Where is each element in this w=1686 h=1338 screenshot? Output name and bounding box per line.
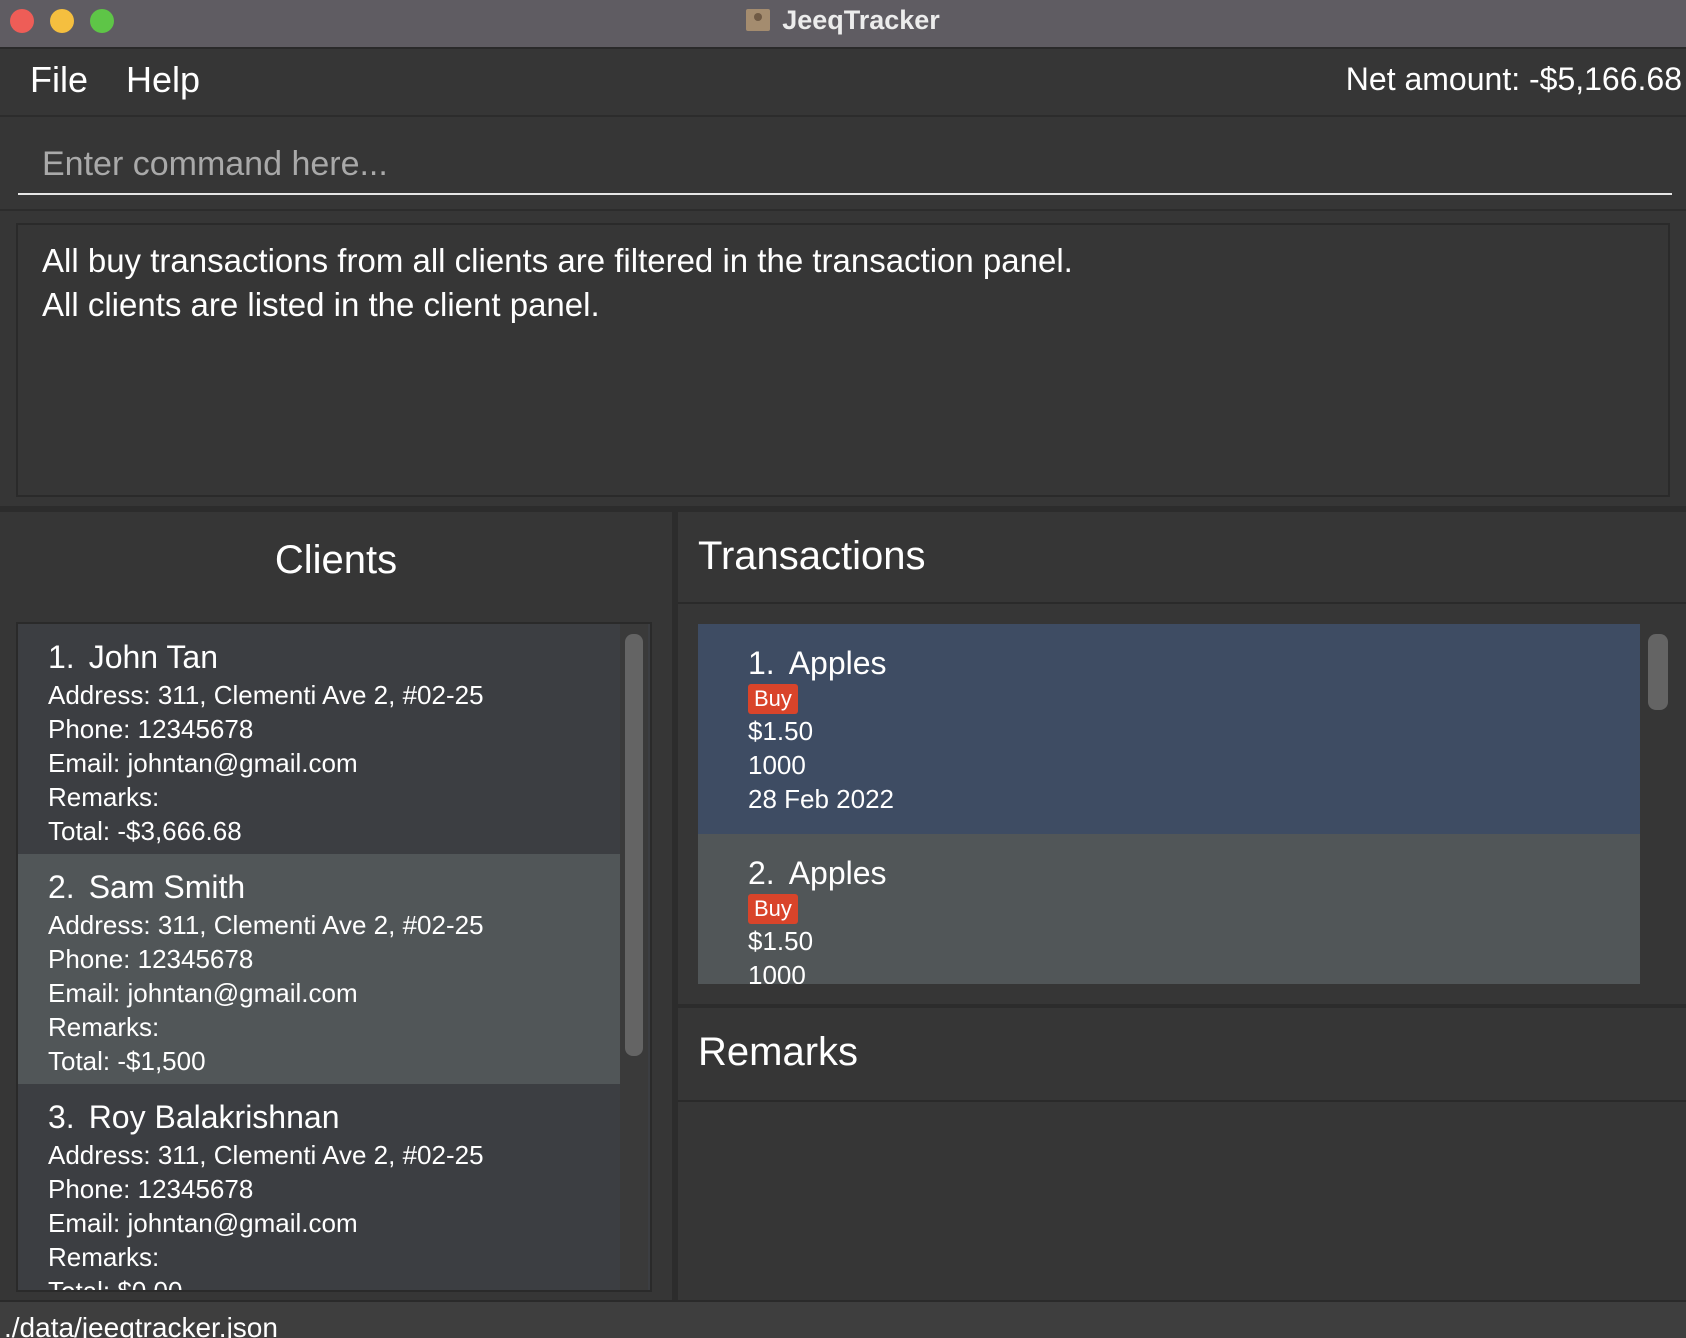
transaction-name-row: 1. Apples [748, 644, 1640, 682]
transaction-scrollbar-thumb[interactable] [1648, 634, 1668, 710]
transactions-title: Transactions [698, 534, 926, 578]
client-name: Roy Balakrishnan [88, 1099, 340, 1135]
client-index: 2. [48, 869, 75, 905]
transaction-price: $1.50 [748, 716, 814, 746]
clients-title: Clients [274, 538, 398, 582]
transaction-quantity: 1000 [748, 960, 806, 984]
buy-badge: Buy [748, 894, 798, 924]
transaction-index: 1. [748, 645, 775, 681]
client-address: Address: 311, Clementi Ave 2, #02-25 [48, 1140, 484, 1170]
transaction-date: 28 Feb 2022 [748, 784, 895, 814]
client-total: Total: -$3,666.68 [48, 816, 242, 846]
command-box [0, 117, 1686, 211]
client-remarks: Remarks: [48, 1242, 160, 1272]
menu-bar: File Help Net amount: -$5,166.68 [0, 49, 1686, 117]
client-name-row: 2. Sam Smith [48, 868, 622, 906]
client-name: John Tan [88, 639, 218, 675]
status-bar: ./data/jeeqtracker.json [0, 1300, 1686, 1338]
result-display: All buy transactions from all clients ar… [16, 223, 1670, 497]
client-total: Total: $0.00 [48, 1276, 183, 1292]
client-address: Address: 311, Clementi Ave 2, #02-25 [48, 910, 484, 940]
client-remarks: Remarks: [48, 1012, 160, 1042]
client-address: Address: 311, Clementi Ave 2, #02-25 [48, 680, 484, 710]
client-list[interactable]: 1. John Tan Address: 311, Clementi Ave 2,… [16, 622, 652, 1292]
menu-file[interactable]: File [30, 59, 88, 101]
client-remarks: Remarks: [48, 782, 160, 812]
transaction-quantity: 1000 [748, 750, 806, 780]
title-bar: JeeqTracker [0, 0, 1686, 49]
transaction-name: Apples [788, 645, 887, 681]
app-icon [746, 9, 771, 31]
client-index: 3. [48, 1099, 75, 1135]
menu-help[interactable]: Help [126, 59, 200, 101]
client-card[interactable]: 1. John Tan Address: 311, Clementi Ave 2,… [18, 624, 622, 854]
remarks-panel: Remarks [678, 1008, 1686, 1300]
buy-badge: Buy [748, 684, 798, 714]
client-index: 1. [48, 639, 75, 675]
transaction-card[interactable]: 1. Apples Buy $1.50 1000 28 Feb 2022 [698, 624, 1640, 834]
transaction-index: 2. [748, 855, 775, 891]
window-title: JeeqTracker [782, 4, 940, 35]
client-email: Email: johntan@gmail.com [48, 748, 358, 778]
client-scrollbar[interactable] [620, 624, 648, 1290]
transaction-list[interactable]: 1. Apples Buy $1.50 1000 28 Feb 2022 2. Ap… [698, 624, 1640, 984]
net-amount: Net amount: -$5,166.68 [1345, 61, 1682, 97]
transaction-name: Apples [788, 855, 887, 891]
transaction-name-row: 2. Apples [748, 854, 1640, 892]
client-card[interactable]: 3. Roy Balakrishnan Address: 311, Clement… [18, 1084, 622, 1292]
client-email: Email: johntan@gmail.com [48, 978, 358, 1008]
client-phone: Phone: 12345678 [48, 1174, 254, 1204]
client-scrollbar-thumb[interactable] [625, 634, 643, 1056]
result-line: All clients are listed in the client pan… [42, 286, 600, 323]
status-file-path: ./data/jeeqtracker.json [4, 1312, 278, 1338]
divider [678, 602, 1686, 604]
client-name-row: 3. Roy Balakrishnan [48, 1098, 622, 1136]
client-phone: Phone: 12345678 [48, 714, 254, 744]
client-phone: Phone: 12345678 [48, 944, 254, 974]
client-total: Total: -$1,500 [48, 1046, 206, 1076]
client-card[interactable]: 2. Sam Smith Address: 311, Clementi Ave 2… [18, 854, 622, 1084]
clients-panel: Clients 1. John Tan Address: 311, Clement… [0, 512, 672, 1300]
app-window: JeeqTracker File Help Net amount: -$5,16… [0, 0, 1686, 1338]
result-line: All buy transactions from all clients ar… [42, 242, 1073, 279]
transaction-card[interactable]: 2. Apples Buy $1.50 1000 [698, 834, 1640, 984]
transactions-panel: Transactions 1. Apples Buy $1.50 1000 28 … [678, 512, 1686, 1004]
client-email: Email: johntan@gmail.com [48, 1208, 358, 1238]
transaction-price: $1.50 [748, 926, 814, 956]
command-input[interactable] [18, 135, 1672, 195]
title-wrap: JeeqTracker [0, 0, 1686, 40]
client-name-row: 1. John Tan [48, 638, 622, 676]
divider [678, 1100, 1686, 1102]
remarks-title: Remarks [698, 1030, 859, 1074]
client-name: Sam Smith [88, 869, 246, 905]
